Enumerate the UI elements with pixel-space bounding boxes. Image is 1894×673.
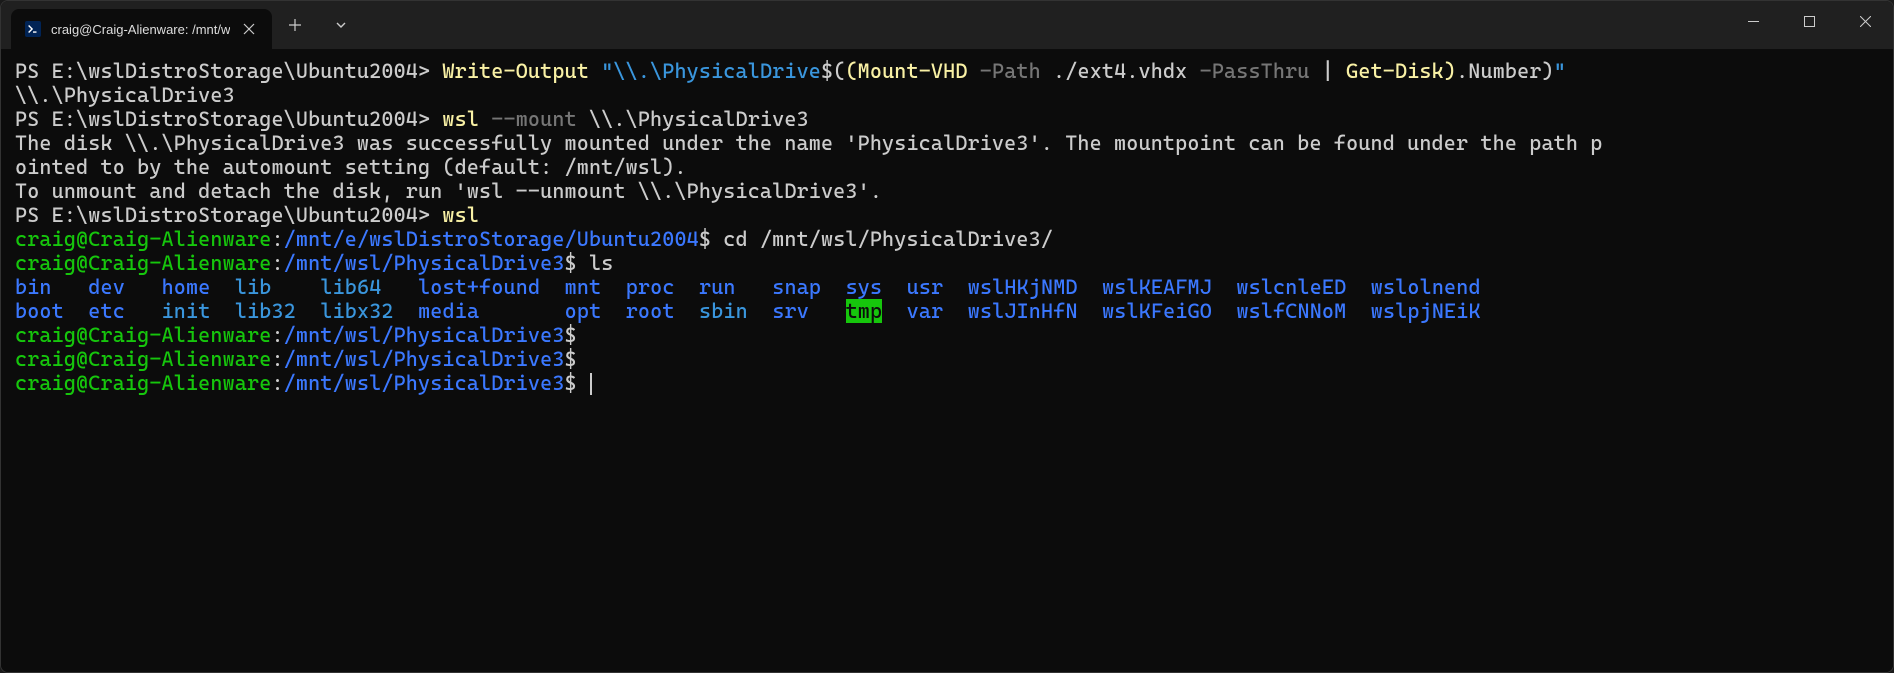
cmd-write-output: Write-Output <box>442 59 589 83</box>
bash-dollar: $ <box>565 347 577 371</box>
ls-entry: sbin <box>699 299 748 323</box>
str-end: " <box>1554 59 1566 83</box>
tabs-area: craig@Craig-Alienware: /mnt/w <box>1 1 364 49</box>
flag-mount: --mount <box>491 107 576 131</box>
cmd-wsl: wsl <box>442 203 479 227</box>
mount-msg-line2: ointed to by the automount setting (defa… <box>15 155 687 179</box>
bash-dollar: $ <box>565 323 577 347</box>
arg-drive: \\.\PhysicalDrive3 <box>589 107 809 131</box>
dot: . <box>1456 59 1468 83</box>
bash-path: /mnt/wsl/PhysicalDrive3 <box>284 371 565 395</box>
paren-close: ) <box>1444 59 1456 83</box>
bash-path: /mnt/wsl/PhysicalDrive3 <box>284 323 565 347</box>
pipe: | <box>1310 59 1347 83</box>
ls-entry: root <box>626 299 675 323</box>
close-window-button[interactable] <box>1837 1 1893 41</box>
powershell-icon <box>25 21 41 37</box>
ls-entry: snap <box>772 275 821 299</box>
bash-user: craig@Craig-Alienware <box>15 227 271 251</box>
flag-passthru: -PassThru <box>1200 59 1310 83</box>
tab-close-button[interactable] <box>240 20 258 38</box>
subexpr-close: ) <box>1542 59 1554 83</box>
ls-entry: lib <box>235 275 272 299</box>
ls-entry: init <box>162 299 211 323</box>
ls-entry: sys <box>846 275 883 299</box>
bash-path: /mnt/wsl/PhysicalDrive3 <box>284 347 565 371</box>
maximize-button[interactable] <box>1781 1 1837 41</box>
tab-title: craig@Craig-Alienware: /mnt/w <box>51 22 230 37</box>
ls-entry: libx32 <box>320 299 393 323</box>
ls-entry: opt <box>565 299 602 323</box>
str-literal: "\\.\PhysicalDrive <box>601 59 821 83</box>
terminal-output[interactable]: PS E:\wslDistroStorage\Ubuntu2004> Write… <box>1 49 1893 672</box>
bash-user: craig@Craig-Alienware <box>15 323 271 347</box>
cmd-ls: ls <box>577 251 614 275</box>
bash-colon: : <box>271 251 283 275</box>
tab-dropdown-button[interactable] <box>318 5 364 45</box>
ps-prompt: PS E:\wslDistroStorage\Ubuntu2004> <box>15 203 442 227</box>
ls-entry: bin <box>15 275 52 299</box>
ls-entry: wslcnleED <box>1236 275 1346 299</box>
ls-entry-tmp: tmp <box>846 299 883 323</box>
bash-user: craig@Craig-Alienware <box>15 347 271 371</box>
cursor <box>590 373 592 395</box>
mount-msg-line3: To unmount and detach the disk, run 'wsl… <box>15 179 882 203</box>
bash-dollar: $ <box>565 251 577 275</box>
ls-entry: wslolnend <box>1371 275 1481 299</box>
arg-vhdx: ./ext4.vhdx <box>1041 59 1200 83</box>
ls-entry: lib32 <box>235 299 296 323</box>
cmd-mount-vhd: Mount-VHD <box>858 59 968 83</box>
ls-entry: wslKEAFMJ <box>1102 275 1212 299</box>
ps-prompt: PS E:\wslDistroStorage\Ubuntu2004> <box>15 107 442 131</box>
flag-path: -Path <box>980 59 1041 83</box>
bash-dollar: $ <box>699 227 711 251</box>
paren: ( <box>845 59 857 83</box>
bash-colon: : <box>271 323 283 347</box>
ls-entry: wslJInHfN <box>968 299 1078 323</box>
ls-entry: proc <box>626 275 675 299</box>
ls-entry: lib64 <box>320 275 381 299</box>
mount-msg-line1: The disk \\.\PhysicalDrive3 was successf… <box>15 131 1603 155</box>
ps-prompt: PS E:\wslDistroStorage\Ubuntu2004> <box>15 59 442 83</box>
ls-entry: home <box>162 275 211 299</box>
ls-entry: media <box>418 299 479 323</box>
bash-colon: : <box>271 347 283 371</box>
minimize-button[interactable] <box>1725 1 1781 41</box>
cmd-cd: cd /mnt/wsl/PhysicalDrive3/ <box>711 227 1053 251</box>
bash-colon: : <box>271 371 283 395</box>
ls-entry: var <box>907 299 944 323</box>
bash-path: /mnt/e/wslDistroStorage/Ubuntu2004 <box>284 227 699 251</box>
ls-entry: etc <box>88 299 125 323</box>
ls-entry: wslHKjNMD <box>968 275 1078 299</box>
tab-active[interactable]: craig@Craig-Alienware: /mnt/w <box>11 9 272 49</box>
ls-entry: dev <box>88 275 125 299</box>
ls-entry: srv <box>772 299 809 323</box>
bash-user: craig@Craig-Alienware <box>15 251 271 275</box>
ls-entry: wslpjNEiK <box>1371 299 1481 323</box>
subexpr-open: $( <box>821 59 845 83</box>
ls-entry: usr <box>907 275 944 299</box>
terminal-window: craig@Craig-Alienware: /mnt/w <box>0 0 1894 673</box>
ls-entry: run <box>699 275 736 299</box>
bash-colon: : <box>271 227 283 251</box>
output-drivepath: \\.\PhysicalDrive3 <box>15 83 235 107</box>
window-controls <box>1725 1 1893 41</box>
new-tab-button[interactable] <box>272 5 318 45</box>
ls-entry: wslfCNNoM <box>1236 299 1346 323</box>
ls-entry: wslKFeiGO <box>1102 299 1212 323</box>
cmd-wsl: wsl <box>442 107 479 131</box>
ls-entry: mnt <box>565 275 602 299</box>
bash-path: /mnt/wsl/PhysicalDrive3 <box>284 251 565 275</box>
bash-dollar: $ <box>565 371 577 395</box>
ls-entry: lost+found <box>418 275 540 299</box>
ls-entry: boot <box>15 299 64 323</box>
prop-number: Number <box>1468 59 1541 83</box>
bash-user: craig@Craig-Alienware <box>15 371 271 395</box>
titlebar[interactable]: craig@Craig-Alienware: /mnt/w <box>1 1 1893 49</box>
cmd-get-disk: Get-Disk <box>1346 59 1444 83</box>
